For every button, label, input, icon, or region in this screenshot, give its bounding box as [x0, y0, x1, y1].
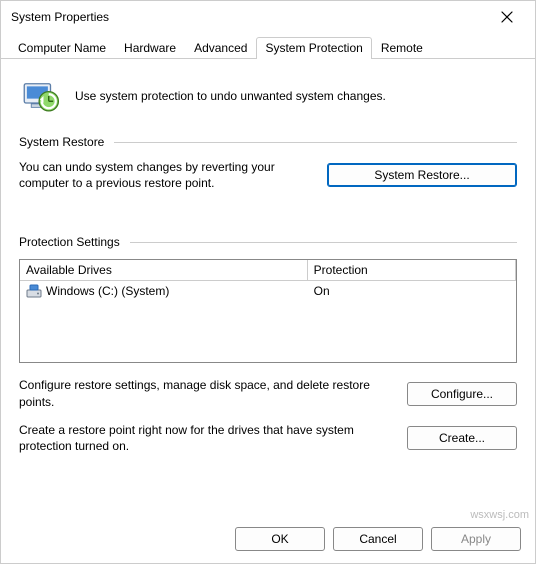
drive-row[interactable]: Windows (C:) (System) On [20, 281, 516, 301]
window-title: System Properties [11, 10, 109, 24]
drives-list: Available Drives Protection Windows (C:)… [19, 259, 517, 363]
drive-icon [26, 284, 42, 298]
protection-settings-group: Protection Settings Available Drives Pro… [19, 235, 517, 466]
close-icon [501, 11, 513, 23]
titlebar: System Properties [1, 1, 535, 33]
drive-name: Windows (C:) (System) [46, 284, 169, 298]
apply-button[interactable]: Apply [431, 527, 521, 551]
column-protection[interactable]: Protection [308, 260, 516, 280]
close-button[interactable] [487, 3, 527, 31]
system-restore-text: You can undo system changes by reverting… [19, 159, 313, 191]
system-protection-panel: Use system protection to undo unwanted s… [1, 59, 535, 517]
tab-strip: Computer Name Hardware Advanced System P… [1, 33, 535, 59]
protection-settings-label: Protection Settings [19, 235, 120, 249]
system-protection-icon [19, 75, 61, 117]
system-restore-group: System Restore You can undo system chang… [19, 135, 517, 203]
system-restore-button[interactable]: System Restore... [327, 163, 517, 187]
column-available-drives[interactable]: Available Drives [20, 260, 308, 280]
configure-button[interactable]: Configure... [407, 382, 517, 406]
configure-text: Configure restore settings, manage disk … [19, 377, 393, 409]
drive-protection-status: On [308, 281, 516, 301]
create-text: Create a restore point right now for the… [19, 422, 393, 454]
ok-button[interactable]: OK [235, 527, 325, 551]
system-properties-window: System Properties Computer Name Hardware… [0, 0, 536, 564]
tab-hardware[interactable]: Hardware [115, 37, 185, 59]
system-restore-label: System Restore [19, 135, 104, 149]
tab-remote[interactable]: Remote [372, 37, 432, 59]
intro-row: Use system protection to undo unwanted s… [19, 75, 517, 117]
tab-advanced[interactable]: Advanced [185, 37, 256, 59]
divider [130, 242, 517, 243]
create-button[interactable]: Create... [407, 426, 517, 450]
divider [114, 142, 517, 143]
tab-computer-name[interactable]: Computer Name [9, 37, 115, 59]
tab-system-protection[interactable]: System Protection [256, 37, 371, 59]
cancel-button[interactable]: Cancel [333, 527, 423, 551]
drives-header: Available Drives Protection [20, 260, 516, 281]
dialog-footer: OK Cancel Apply [1, 517, 535, 563]
intro-text: Use system protection to undo unwanted s… [75, 89, 386, 103]
